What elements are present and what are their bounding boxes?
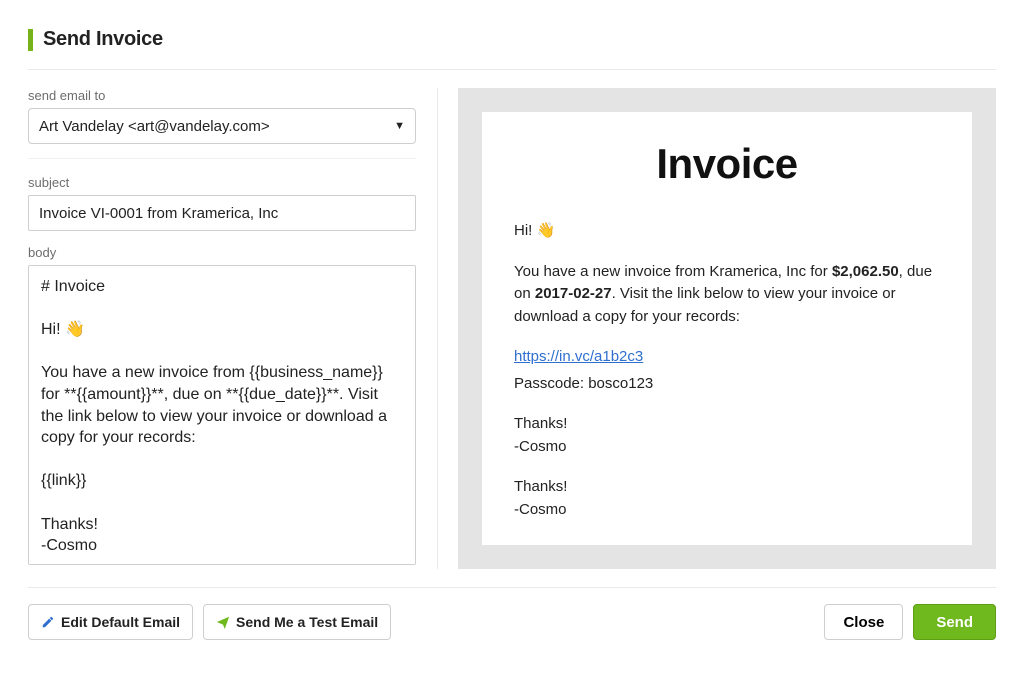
preview-card: Invoice Hi! 👋 You have a new invoice fro…	[482, 112, 972, 545]
preview-sign-4: -Cosmo	[514, 499, 940, 522]
body-block: body # Invoice Hi! 👋 You have a new invo…	[28, 245, 416, 569]
vertical-line	[437, 88, 438, 569]
column-divider	[416, 88, 458, 569]
preview-paragraph: You have a new invoice from Kramerica, I…	[514, 261, 940, 329]
form-divider-1	[28, 158, 416, 159]
footer-bar: Edit Default Email Send Me a Test Email …	[28, 587, 996, 640]
email-to-select-wrap: Art Vandelay <art@vandelay.com> ▼	[28, 108, 416, 144]
edit-default-email-button[interactable]: Edit Default Email	[28, 604, 193, 640]
subject-label: subject	[28, 175, 416, 190]
preview-sign-3: Thanks!	[514, 476, 940, 499]
preview-amount: $2,062.50	[832, 263, 899, 280]
preview-link[interactable]: https://in.vc/a1b2c3	[514, 348, 643, 365]
pencil-icon	[41, 615, 55, 629]
page-title-row: Send Invoice	[28, 28, 996, 51]
subject-block: subject	[28, 175, 416, 231]
preview-body: Hi! 👋 You have a new invoice from Kramer…	[514, 220, 940, 521]
divider-top	[28, 69, 996, 70]
preview-sign-1: Thanks!	[514, 413, 940, 436]
email-to-block: send email to Art Vandelay <art@vandelay…	[28, 88, 416, 144]
preview-sign-2: -Cosmo	[514, 436, 940, 459]
title-accent	[28, 29, 33, 51]
body-label: body	[28, 245, 416, 260]
preview-heading: Invoice	[514, 140, 940, 188]
send-test-email-button[interactable]: Send Me a Test Email	[203, 604, 391, 640]
preview-passcode-label: Passcode:	[514, 375, 588, 392]
preview-link-line: https://in.vc/a1b2c3	[514, 346, 940, 369]
email-to-label: send email to	[28, 88, 416, 103]
preview-para-pre: You have a new invoice from Kramerica, I…	[514, 263, 832, 280]
preview-column: Invoice Hi! 👋 You have a new invoice fro…	[458, 88, 996, 569]
preview-greeting: Hi! 👋	[514, 220, 940, 243]
close-button[interactable]: Close	[824, 604, 903, 640]
content-row: send email to Art Vandelay <art@vandelay…	[28, 88, 996, 569]
preview-passcode-value: bosco123	[588, 375, 653, 392]
form-column: send email to Art Vandelay <art@vandelay…	[28, 88, 416, 569]
page-title: Send Invoice	[43, 28, 163, 51]
send-test-email-label: Send Me a Test Email	[236, 614, 378, 630]
preview-passcode-line: Passcode: bosco123	[514, 373, 940, 396]
email-to-select[interactable]: Art Vandelay <art@vandelay.com>	[28, 108, 416, 144]
send-button[interactable]: Send	[913, 604, 996, 640]
paper-plane-icon	[216, 615, 230, 629]
edit-default-email-label: Edit Default Email	[61, 614, 180, 630]
subject-input[interactable]	[28, 195, 416, 231]
body-textarea[interactable]: # Invoice Hi! 👋 You have a new invoice f…	[28, 265, 416, 565]
preview-due-date: 2017-02-27	[535, 285, 612, 302]
